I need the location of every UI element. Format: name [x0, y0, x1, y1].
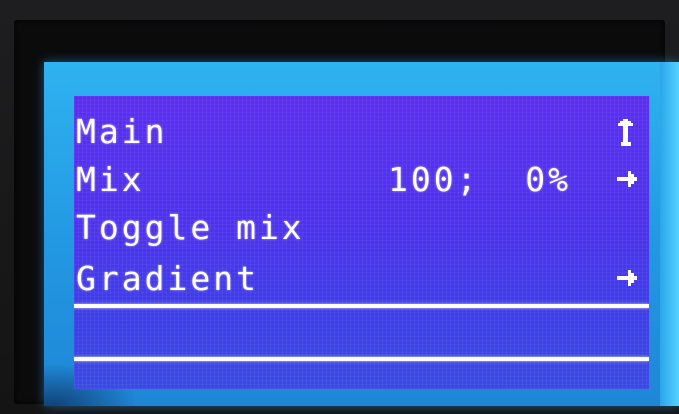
back-arrow-icon: [617, 109, 643, 155]
menu-item-label: Mix: [76, 160, 145, 199]
selection-top-border: [74, 304, 649, 308]
right-arrow-icon: [617, 256, 643, 302]
menu-item-label: Gradient: [76, 259, 259, 298]
selection-bottom-border: [74, 357, 649, 361]
lcd-screen: Main Mix 100; 0% Toggle mix Gradient: [44, 62, 679, 406]
right-arrow-icon: [617, 157, 643, 203]
menu-item-gradient[interactable]: Gradient: [74, 256, 649, 302]
menu-panel: Main Mix 100; 0% Toggle mix Gradient: [74, 96, 649, 389]
menu-item-main[interactable]: Main: [74, 109, 649, 155]
lcd-bezel: Main Mix 100; 0% Toggle mix Gradient: [14, 20, 679, 406]
device-frame: Main Mix 100; 0% Toggle mix Gradient: [0, 0, 679, 414]
menu-item-label: Main: [76, 112, 168, 151]
menu-item-toggle-mix[interactable]: Toggle mix: [74, 205, 649, 251]
menu-item-label: Toggle mix: [76, 208, 305, 247]
menu-item-mix[interactable]: Mix 100; 0%: [74, 157, 649, 203]
backlight-edge: [660, 62, 679, 406]
mix-value: 100; 0%: [388, 160, 571, 199]
